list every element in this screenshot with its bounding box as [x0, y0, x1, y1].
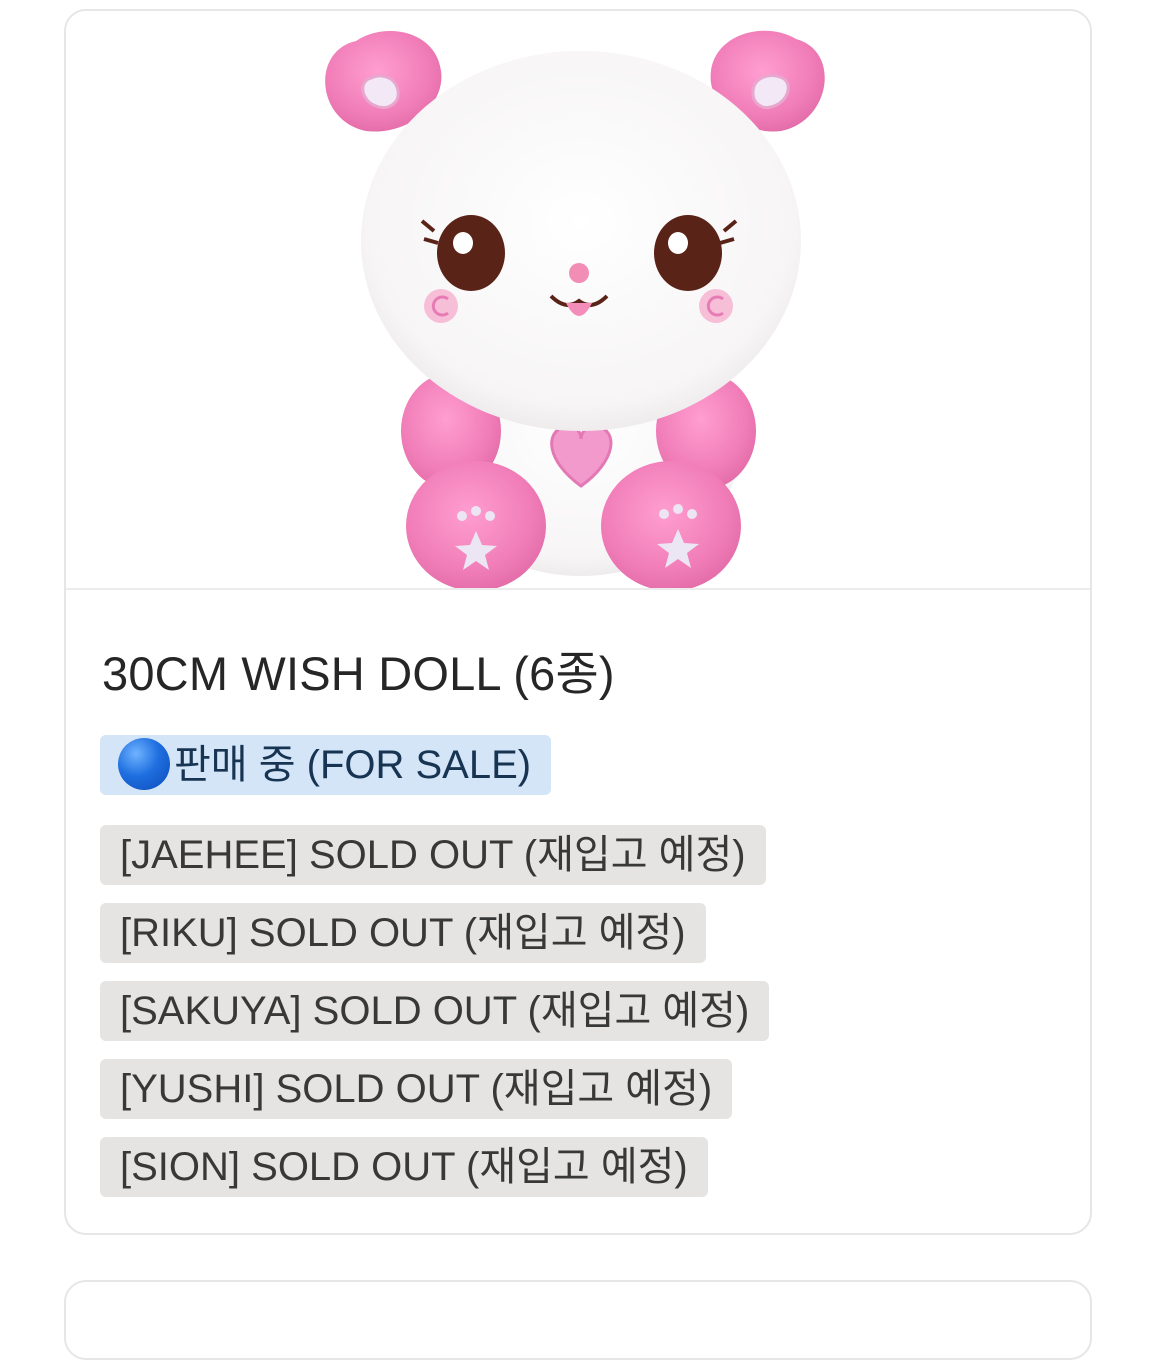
product-title[interactable]: 30CM WISH DOLL (6종): [102, 635, 615, 704]
image-divider: [66, 588, 1090, 590]
product-image[interactable]: [66, 11, 1090, 588]
variant-label: [JAEHEE] SOLD OUT (재입고 예정): [120, 833, 746, 877]
variant-badge-sion: [SION] SOLD OUT (재입고 예정): [100, 1137, 708, 1197]
status-badge: 판매 중 (FOR SALE): [100, 735, 552, 795]
next-product-card[interactable]: [64, 1280, 1092, 1360]
pink-white-bear-plush-image: [325, 30, 825, 588]
variant-label: [YUSHI] SOLD OUT (재입고 예정): [120, 1067, 713, 1111]
variant-label: [SAKUYA] SOLD OUT (재입고 예정): [120, 989, 750, 1033]
variant-badge-riku: [RIKU] SOLD OUT (재입고 예정): [100, 903, 706, 963]
variant-label: [RIKU] SOLD OUT (재입고 예정): [120, 911, 686, 955]
product-card[interactable]: 30CM WISH DOLL (6종) 판매 중 (FOR SALE) [JAE…: [64, 9, 1092, 1235]
variant-label: [SION] SOLD OUT (재입고 예정): [120, 1145, 688, 1189]
variant-badge-yushi: [YUSHI] SOLD OUT (재입고 예정): [100, 1059, 733, 1119]
variant-badge-sakuya: [SAKUYA] SOLD OUT (재입고 예정): [100, 981, 770, 1041]
variant-badge-jaehee: [JAEHEE] SOLD OUT (재입고 예정): [100, 825, 766, 885]
blue-circle-icon: [118, 738, 170, 790]
status-label: 판매 중 (FOR SALE): [174, 743, 532, 787]
